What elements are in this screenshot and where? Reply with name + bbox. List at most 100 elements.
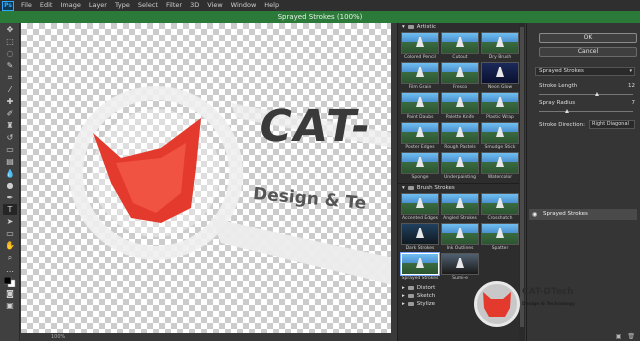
folder-icon <box>407 25 414 29</box>
filter-underpainting[interactable]: Underpainting <box>441 152 479 181</box>
filter-poster-edges[interactable]: Poster Edges <box>401 122 439 151</box>
filter-smudge-stick[interactable]: Smudge Stick <box>481 122 519 151</box>
type-tool-icon[interactable]: T <box>3 204 17 215</box>
menu-layer[interactable]: Layer <box>89 0 107 11</box>
tool-bar: ✥ ⬚ ◌ ✎ ⌗ ⁄ ✚ ✐ ♜ ↺ ▭ ▤ 💧 ● ✒ T ➤ ▭ ✋ ⌕ … <box>0 23 20 341</box>
filter-dry-brush[interactable]: Dry Brush <box>481 32 519 61</box>
filter-sponge[interactable]: Sponge <box>401 152 439 181</box>
spray-radius-value[interactable]: 7 <box>632 100 636 106</box>
chevron-down-icon: ▾ <box>402 24 405 30</box>
filter-ink-outlines[interactable]: Ink Outlines <box>441 223 479 252</box>
zoom-level[interactable]: 100% <box>21 333 391 341</box>
filter-neon-glow[interactable]: Neon Glow <box>481 62 519 91</box>
dodge-tool-icon[interactable]: ● <box>3 180 17 191</box>
eraser-tool-icon[interactable]: ▭ <box>3 144 17 155</box>
dialog-title: Sprayed Strokes (100%) <box>0 11 640 23</box>
brush-strokes-grid: Accented Edges Angled Strokes Crosshatch… <box>398 192 519 284</box>
gradient-tool-icon[interactable]: ▤ <box>3 156 17 167</box>
quick-select-tool-icon[interactable]: ✎ <box>3 60 17 71</box>
filter-cutout[interactable]: Cutout <box>441 32 479 61</box>
watermark-subtitle: Design & Technology <box>522 302 575 307</box>
screen-mode-icon[interactable]: ▣ <box>3 300 17 311</box>
pen-tool-icon[interactable]: ✒ <box>3 192 17 203</box>
app-logo: Ps <box>2 0 14 11</box>
menu-type[interactable]: Type <box>115 0 130 11</box>
zoom-tool-icon[interactable]: ⌕ <box>3 252 17 263</box>
filter-angled-strokes[interactable]: Angled Strokes <box>441 193 479 222</box>
filter-palette-knife[interactable]: Palette Knife <box>441 92 479 121</box>
filter-spatter[interactable]: Spatter <box>481 223 519 252</box>
menu-image[interactable]: Image <box>60 0 80 11</box>
delete-effect-layer-icon[interactable]: 🗑 <box>627 333 635 340</box>
slider-knob[interactable] <box>595 92 600 96</box>
eye-icon[interactable]: ◉ <box>532 209 537 220</box>
path-select-icon[interactable]: ➤ <box>3 216 17 227</box>
hand-tool-icon[interactable]: ✋ <box>3 240 17 251</box>
menu-help[interactable]: Help <box>264 0 279 11</box>
lasso-tool-icon[interactable]: ◌ <box>3 48 17 59</box>
folder-brush-strokes[interactable]: ▾ Brush Strokes <box>398 184 519 192</box>
spray-radius-row: Spray Radius 7 <box>539 100 635 106</box>
filter-dark-strokes[interactable]: Dark Strokes <box>401 223 439 252</box>
shape-tool-icon[interactable]: ▭ <box>3 228 17 239</box>
menu-view[interactable]: View <box>207 0 222 11</box>
filter-watercolor[interactable]: Watercolor <box>481 152 519 181</box>
filter-fresco[interactable]: Fresco <box>441 62 479 91</box>
filter-select[interactable]: Sprayed Strokes ▾ <box>535 67 635 76</box>
filter-sprayed-strokes[interactable]: Sprayed Strokes <box>400 252 440 282</box>
stroke-length-row: Stroke Length 12 <box>539 83 635 89</box>
more-tools-icon[interactable]: … <box>3 264 17 275</box>
menu-3d[interactable]: 3D <box>190 0 199 11</box>
menu-select[interactable]: Select <box>138 0 158 11</box>
canvas-logo-text: CAT- <box>254 101 377 152</box>
folder-icon <box>407 286 414 290</box>
menu-window[interactable]: Window <box>231 0 257 11</box>
history-brush-icon[interactable]: ↺ <box>3 132 17 143</box>
canvas-preview[interactable]: CAT- Design & Te <box>21 23 391 333</box>
color-swatches-icon[interactable] <box>3 276 17 287</box>
stroke-direction-label: Stroke Direction: <box>539 122 585 128</box>
artistic-grid: Colored Pencil Cutout Dry Brush Film Gra… <box>398 31 519 183</box>
stroke-length-value[interactable]: 12 <box>628 83 635 89</box>
stamp-tool-icon[interactable]: ♜ <box>3 120 17 131</box>
ok-button[interactable]: OK <box>539 33 637 43</box>
eyedropper-tool-icon[interactable]: ⁄ <box>3 84 17 95</box>
slider-knob[interactable] <box>565 109 570 113</box>
menu-edit[interactable]: Edit <box>40 0 53 11</box>
move-tool-icon[interactable]: ✥ <box>3 24 17 35</box>
spray-radius-slider[interactable] <box>539 109 633 113</box>
brush-tool-icon[interactable]: ✐ <box>3 108 17 119</box>
menu-file[interactable]: File <box>21 0 32 11</box>
blur-tool-icon[interactable]: 💧 <box>3 168 17 179</box>
crop-tool-icon[interactable]: ⌗ <box>3 72 17 83</box>
chevron-right-icon: ▸ <box>402 293 405 299</box>
stroke-length-slider[interactable] <box>539 92 633 96</box>
stroke-direction-select[interactable]: Right Diagonal <box>589 120 635 129</box>
new-effect-layer-icon[interactable]: ▣ <box>616 333 622 340</box>
chevron-down-icon: ▾ <box>629 68 632 74</box>
folder-icon <box>407 294 414 298</box>
filter-plastic-wrap[interactable]: Plastic Wrap <box>481 92 519 121</box>
filter-film-grain[interactable]: Film Grain <box>401 62 439 91</box>
filter-rough-pastels[interactable]: Rough Pastels <box>441 122 479 151</box>
watermark-cat-icon <box>483 292 511 317</box>
cancel-button[interactable]: Cancel <box>539 47 637 57</box>
marquee-tool-icon[interactable]: ⬚ <box>3 36 17 47</box>
filter-colored-pencil[interactable]: Colored Pencil <box>401 32 439 61</box>
layer-footer: ▣ 🗑 <box>527 331 640 341</box>
filter-crosshatch[interactable]: Crosshatch <box>481 193 519 222</box>
menu-filter[interactable]: Filter <box>166 0 182 11</box>
chevron-right-icon: ▸ <box>402 301 405 307</box>
healing-tool-icon[interactable]: ✚ <box>3 96 17 107</box>
folder-artistic[interactable]: ▾ Artistic <box>398 23 519 31</box>
quick-mask-icon[interactable]: ◙ <box>3 288 17 299</box>
logo-artwork <box>69 86 391 285</box>
watermark-logo <box>474 281 520 327</box>
filter-accented-edges[interactable]: Accented Edges <box>401 193 439 222</box>
watermark-title: CAT-DTech <box>522 287 574 297</box>
filter-paint-daubs[interactable]: Paint Daubs <box>401 92 439 121</box>
effect-layer-row[interactable]: ◉ Sprayed Strokes <box>529 209 637 220</box>
chevron-down-icon: ▾ <box>402 185 405 191</box>
chevron-right-icon: ▸ <box>402 285 405 291</box>
filter-sumi-e[interactable]: Sumi-e <box>441 253 479 282</box>
